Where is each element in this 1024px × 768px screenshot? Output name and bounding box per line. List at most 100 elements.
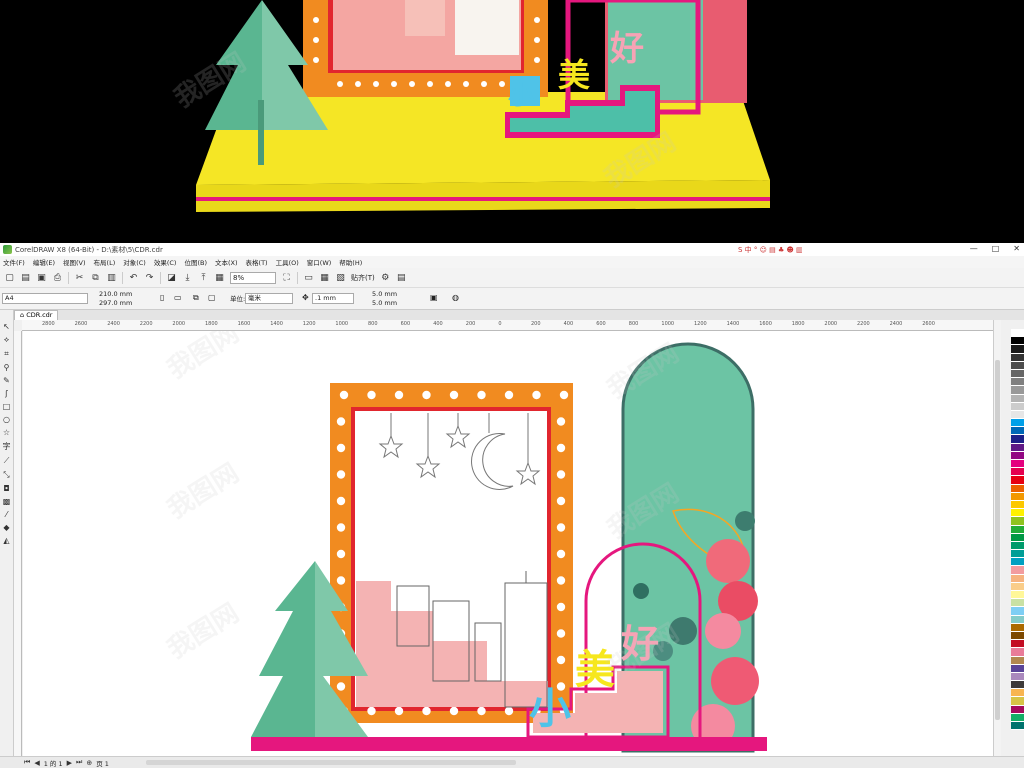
color-swatch[interactable] xyxy=(1011,566,1024,575)
ellipse-tool-icon[interactable]: ○ xyxy=(3,415,10,424)
next-page-button[interactable]: ▶ xyxy=(67,759,72,767)
drawing-canvas[interactable]: 小 美 好 我图网 我图网 我图网 我图网 我图网 我图网 xyxy=(23,331,993,756)
pick-tool-icon[interactable]: ↖ xyxy=(3,322,10,331)
color-swatch[interactable] xyxy=(1011,509,1024,518)
color-swatch[interactable] xyxy=(1011,705,1024,714)
transparency-icon[interactable]: ▩ xyxy=(3,497,11,506)
color-swatch[interactable] xyxy=(1011,640,1024,649)
zoom-tool-icon[interactable]: ⚲ xyxy=(4,363,10,372)
scroll-thumb[interactable] xyxy=(995,360,1000,720)
color-swatch[interactable] xyxy=(1011,492,1024,501)
duplicate-y-field[interactable]: 5.0 mm xyxy=(372,299,397,307)
vertical-scrollbar[interactable] xyxy=(993,320,1001,756)
artistic-media-icon[interactable]: ʃ xyxy=(5,389,8,398)
color-swatch[interactable] xyxy=(1011,386,1024,395)
color-swatch[interactable] xyxy=(1011,443,1024,452)
page-size-select[interactable]: A4 xyxy=(2,293,88,304)
color-swatch[interactable] xyxy=(1011,615,1024,624)
page-width-field[interactable]: 210.0 mm xyxy=(99,290,132,298)
color-swatch[interactable] xyxy=(1011,468,1024,477)
show-grid-icon[interactable]: ▦ xyxy=(319,272,330,283)
new-document-icon[interactable]: ▢ xyxy=(4,272,15,283)
menu-window[interactable]: 窗口(W) xyxy=(307,257,332,267)
parallel-dimension-icon[interactable]: ⟋ xyxy=(4,456,10,466)
color-swatch[interactable] xyxy=(1011,533,1024,542)
color-swatch[interactable] xyxy=(1011,378,1024,387)
vertical-ruler[interactable] xyxy=(14,331,22,756)
color-swatch[interactable] xyxy=(1011,476,1024,485)
color-swatch[interactable] xyxy=(1011,402,1024,411)
color-swatch[interactable] xyxy=(1011,722,1024,731)
nudge-distance-field[interactable]: .1 mm xyxy=(312,293,354,304)
options-icon[interactable]: ◍ xyxy=(452,294,459,302)
options-gear-icon[interactable]: ⚙ xyxy=(380,272,391,283)
units-select[interactable]: 毫米 xyxy=(245,293,293,304)
maximize-button[interactable]: □ xyxy=(992,244,1000,253)
cut-icon[interactable]: ✂ xyxy=(74,272,85,283)
menu-table[interactable]: 表格(T) xyxy=(246,257,268,267)
color-swatch[interactable] xyxy=(1011,558,1024,567)
color-swatch[interactable] xyxy=(1011,329,1024,338)
text-tool-icon[interactable]: 字 xyxy=(3,441,11,452)
color-swatch[interactable] xyxy=(1011,484,1024,493)
color-swatch[interactable] xyxy=(1011,574,1024,583)
color-swatch[interactable] xyxy=(1011,623,1024,632)
ime-toolbar[interactable]: S 中 ° ☺ ▤ ♣ ☻ ▥ xyxy=(738,245,803,255)
color-swatch[interactable] xyxy=(1011,345,1024,354)
print-icon[interactable]: ⎙ xyxy=(52,272,63,283)
color-swatch[interactable] xyxy=(1011,599,1024,608)
eyedropper-icon[interactable]: ⁄ xyxy=(6,510,7,519)
menu-object[interactable]: 对象(C) xyxy=(123,257,146,267)
color-swatch[interactable] xyxy=(1011,648,1024,657)
page-tab[interactable]: 页 1 xyxy=(96,758,109,768)
treat-as-filled-icon[interactable]: ▣ xyxy=(430,294,438,302)
color-swatch[interactable] xyxy=(1011,435,1024,444)
page-height-field[interactable]: 297.0 mm xyxy=(99,299,132,307)
menu-tools[interactable]: 工具(O) xyxy=(276,257,299,267)
menu-file[interactable]: 文件(F) xyxy=(3,257,25,267)
add-page-button[interactable]: ⊕ xyxy=(86,759,92,767)
smart-fill-icon[interactable]: ◭ xyxy=(3,536,9,545)
shape-tool-icon[interactable]: ⟡ xyxy=(4,335,9,345)
last-page-button[interactable]: ⏭ xyxy=(76,758,82,767)
minimize-button[interactable]: — xyxy=(970,244,978,253)
prev-page-button[interactable]: ◀ xyxy=(34,759,39,767)
color-swatch[interactable] xyxy=(1011,541,1024,551)
color-swatch[interactable] xyxy=(1011,607,1024,616)
menu-bitmaps[interactable]: 位图(B) xyxy=(184,257,207,267)
full-screen-icon[interactable]: ⛶ xyxy=(281,272,292,283)
rectangle-tool-icon[interactable]: □ xyxy=(3,402,11,411)
menu-view[interactable]: 视图(V) xyxy=(63,257,86,267)
color-swatch[interactable] xyxy=(1011,550,1024,559)
color-swatch[interactable] xyxy=(1011,410,1024,420)
color-swatch[interactable] xyxy=(1011,582,1024,591)
menu-layout[interactable]: 布局(L) xyxy=(94,257,116,267)
color-swatch[interactable] xyxy=(1011,500,1024,510)
color-swatch[interactable] xyxy=(1011,525,1024,534)
current-page-icon[interactable]: ▢ xyxy=(208,294,216,302)
show-guidelines-icon[interactable]: ▧ xyxy=(335,272,346,283)
color-swatch[interactable] xyxy=(1011,591,1024,600)
copy-icon[interactable]: ⧉ xyxy=(90,272,101,283)
freehand-tool-icon[interactable]: ✎ xyxy=(3,376,10,385)
color-swatch[interactable] xyxy=(1011,361,1024,370)
all-pages-icon[interactable]: ⧉ xyxy=(193,294,199,302)
color-swatch[interactable] xyxy=(1011,697,1024,706)
color-swatch[interactable] xyxy=(1011,664,1024,673)
snap-to-dropdown[interactable]: 贴齐(T) xyxy=(351,273,375,283)
import-icon[interactable]: ⤓ xyxy=(182,272,193,283)
export-icon[interactable]: ⤒ xyxy=(198,272,209,283)
zoom-level-select[interactable]: 8% xyxy=(230,271,276,284)
menu-effects[interactable]: 效果(C) xyxy=(154,257,177,267)
horizontal-ruler[interactable]: 2800 2600 2400 2200 2000 1800 1600 1400 1200 1000… xyxy=(22,320,1000,331)
save-icon[interactable]: ▣ xyxy=(36,272,47,283)
portrait-icon[interactable]: ▯ xyxy=(160,294,164,302)
search-content-icon[interactable]: ◪ xyxy=(166,272,177,283)
color-swatch[interactable] xyxy=(1011,689,1024,698)
color-swatch[interactable] xyxy=(1011,337,1024,346)
first-page-button[interactable]: ⏮ xyxy=(24,758,30,767)
color-swatch[interactable] xyxy=(1011,353,1024,362)
menu-help[interactable]: 帮助(H) xyxy=(339,257,362,267)
document-tab[interactable]: ⌂ CDR.cdr xyxy=(14,310,59,320)
interactive-fill-icon[interactable]: ◆ xyxy=(3,523,9,532)
